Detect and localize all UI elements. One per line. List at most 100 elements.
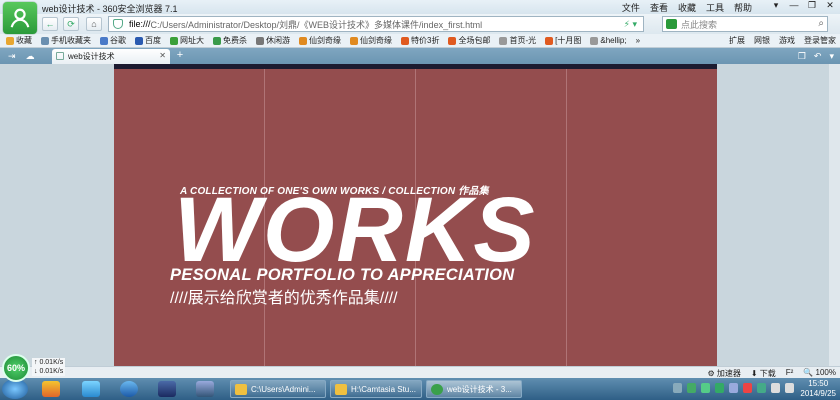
clock-date: 2014/9/25 bbox=[800, 389, 836, 398]
works-banner: A COLLECTION OF ONE'S OWN WORKS / COLLEC… bbox=[114, 64, 717, 366]
bookmark-item[interactable]: 仙剑奇缘 bbox=[350, 35, 392, 46]
menu-favorites[interactable]: 收藏 bbox=[678, 1, 696, 14]
page-icon bbox=[499, 36, 508, 45]
window-controls: ▾ — ❐ ✕ bbox=[770, 0, 836, 11]
bookmark-item[interactable]: [十月图 bbox=[545, 35, 581, 46]
banner-headline: WORKS bbox=[174, 179, 537, 281]
search-box[interactable]: 点此搜索 ⌕ bbox=[662, 16, 828, 32]
tab-active[interactable]: web设计技术 ✕ bbox=[52, 49, 170, 64]
close-icon[interactable]: ✕ bbox=[159, 51, 166, 60]
hand-cursor-icon: ☝ bbox=[516, 230, 524, 244]
tray-icon[interactable] bbox=[673, 383, 682, 393]
column-divider bbox=[566, 69, 567, 366]
game-icon bbox=[256, 36, 264, 45]
search-engine-icon[interactable] bbox=[666, 19, 677, 29]
status-bar: ⚙ 加速器 ⬇ 下载 F² 🔍 100% bbox=[0, 366, 840, 378]
bookmark-item[interactable]: 特价3折 bbox=[401, 35, 439, 46]
tray-icon[interactable] bbox=[701, 383, 710, 393]
shield-icon bbox=[113, 19, 123, 29]
search-placeholder: 点此搜索 bbox=[681, 19, 718, 30]
sidebar-toggle-icon[interactable]: ⇥ bbox=[8, 51, 16, 62]
clock-time: 15:50 bbox=[808, 379, 829, 388]
title-bar: web设计技术 - 360安全浏览器 7.1 文件 查看 收藏 工具 帮助 ▾ … bbox=[0, 0, 840, 14]
taskbar-task-active[interactable]: web设计技术 - 3... bbox=[426, 380, 522, 398]
tray-icon[interactable] bbox=[757, 383, 766, 393]
tray-icon[interactable] bbox=[715, 383, 724, 393]
network-speeds: ↑ 0.01K/s ↓ 0.01K/s bbox=[32, 358, 66, 376]
bookmark-item[interactable]: 休闲游 bbox=[256, 35, 290, 46]
chevron-down-icon[interactable]: ▾ bbox=[829, 51, 834, 62]
bookmark-item[interactable]: &hellip; bbox=[590, 36, 627, 45]
bookmark-item[interactable]: 网址大 bbox=[170, 35, 204, 46]
folder-icon bbox=[335, 384, 347, 395]
bookmark-more[interactable]: » bbox=[636, 36, 640, 45]
bookmark-item[interactable]: 首页-光 bbox=[499, 35, 536, 46]
start-button[interactable] bbox=[2, 379, 28, 399]
bookmark-item[interactable]: 手机收藏夹 bbox=[41, 35, 91, 46]
maximize-button[interactable]: ❐ bbox=[806, 0, 818, 11]
explorer-icon[interactable] bbox=[158, 381, 176, 397]
scrollbar[interactable] bbox=[829, 64, 840, 366]
undo-icon[interactable]: ↶ bbox=[814, 51, 822, 62]
folder-icon bbox=[41, 36, 49, 45]
back-arrow-icon[interactable]: ← bbox=[42, 17, 58, 31]
ie-icon[interactable] bbox=[120, 381, 138, 397]
tray-icon[interactable] bbox=[729, 383, 738, 393]
menu-file[interactable]: 文件 bbox=[622, 1, 640, 14]
network-speed-badge[interactable]: 60% bbox=[2, 354, 30, 382]
tab-left-icons: ⇥ ☁ bbox=[8, 51, 35, 62]
home-icon[interactable]: ⌂ bbox=[86, 17, 102, 31]
lightning-icon[interactable]: ⚡ ▾ bbox=[624, 19, 637, 30]
network-icon[interactable] bbox=[771, 383, 780, 393]
login-manager-button[interactable]: 登录管家 bbox=[804, 35, 836, 46]
cloud-icon[interactable]: ☁ bbox=[26, 51, 35, 62]
navigation-bar: ← ⟳ ⌂ file:/// C:/Users/Administrator/De… bbox=[0, 14, 840, 34]
cloud-app-icon[interactable] bbox=[82, 381, 100, 397]
tray-icon[interactable] bbox=[743, 383, 752, 393]
media-icon[interactable] bbox=[42, 381, 60, 397]
download-speed: 0.01K/s bbox=[39, 368, 64, 375]
banner-chinese-tagline: ////展示给欣赏者的优秀作品集//// bbox=[170, 290, 398, 307]
system-tray bbox=[673, 383, 794, 393]
page-viewport: A COLLECTION OF ONE'S OWN WORKS / COLLEC… bbox=[0, 64, 840, 366]
tray-icon[interactable] bbox=[687, 383, 696, 393]
volume-icon[interactable] bbox=[785, 383, 794, 393]
menu-tools[interactable]: 工具 bbox=[706, 1, 724, 14]
bookmark-item[interactable]: 免费杀 bbox=[213, 35, 247, 46]
antivirus-icon bbox=[213, 36, 221, 45]
tab-label: web设计技术 bbox=[68, 52, 115, 61]
minimize-button[interactable]: — bbox=[788, 0, 800, 11]
bookmark-right-group: 扩展 网银 游戏 登录管家 bbox=[729, 35, 836, 46]
bookmark-bar: 收藏 手机收藏夹 谷歌 百度 网址大 免费杀 休闲游 仙剑奇缘 仙剑奇缘 特价3… bbox=[0, 34, 840, 48]
address-bar[interactable]: file:/// C:/Users/Administrator/Desktop/… bbox=[108, 16, 644, 32]
bookmark-item[interactable]: 百度 bbox=[135, 35, 161, 46]
bookmark-item[interactable]: 全场包邮 bbox=[448, 35, 490, 46]
search-icon[interactable]: ⌕ bbox=[818, 18, 824, 29]
skin-menu-icon[interactable]: ▾ bbox=[770, 0, 782, 11]
bookmark-item[interactable]: 谷歌 bbox=[100, 35, 126, 46]
shop-icon bbox=[545, 36, 554, 45]
restore-tab-icon[interactable]: ❐ bbox=[798, 51, 806, 62]
shop-icon bbox=[448, 36, 457, 45]
star-icon bbox=[6, 36, 14, 45]
bank-button[interactable]: 网银 bbox=[754, 35, 770, 46]
new-tab-button[interactable]: + bbox=[173, 50, 187, 62]
refresh-icon[interactable]: ⟳ bbox=[63, 17, 79, 31]
game-icon bbox=[350, 36, 358, 45]
user-avatar-icon[interactable] bbox=[3, 2, 37, 34]
taskbar-task[interactable]: H:\Camtasia Stu... bbox=[330, 380, 422, 398]
system-clock[interactable]: 15:50 2014/9/25 bbox=[800, 379, 836, 399]
bookmark-item[interactable]: 仙剑奇缘 bbox=[299, 35, 341, 46]
menu-view[interactable]: 查看 bbox=[650, 1, 668, 14]
bookmark-item[interactable]: 收藏 bbox=[6, 35, 32, 46]
extensions-button[interactable]: 扩展 bbox=[729, 35, 745, 46]
tab-bar: ⇥ ☁ web设计技术 ✕ + ❐ ↶ ▾ bbox=[0, 48, 840, 64]
tab-right-icons: ❐ ↶ ▾ bbox=[798, 51, 834, 62]
menu-help[interactable]: 帮助 bbox=[734, 1, 752, 14]
app-icon[interactable] bbox=[196, 381, 214, 397]
close-button[interactable]: ✕ bbox=[824, 0, 836, 11]
taskbar-task[interactable]: C:\Users\Admini... bbox=[230, 380, 326, 398]
games-button[interactable]: 游戏 bbox=[779, 35, 795, 46]
shop-icon bbox=[401, 36, 409, 45]
page-icon bbox=[56, 52, 64, 60]
